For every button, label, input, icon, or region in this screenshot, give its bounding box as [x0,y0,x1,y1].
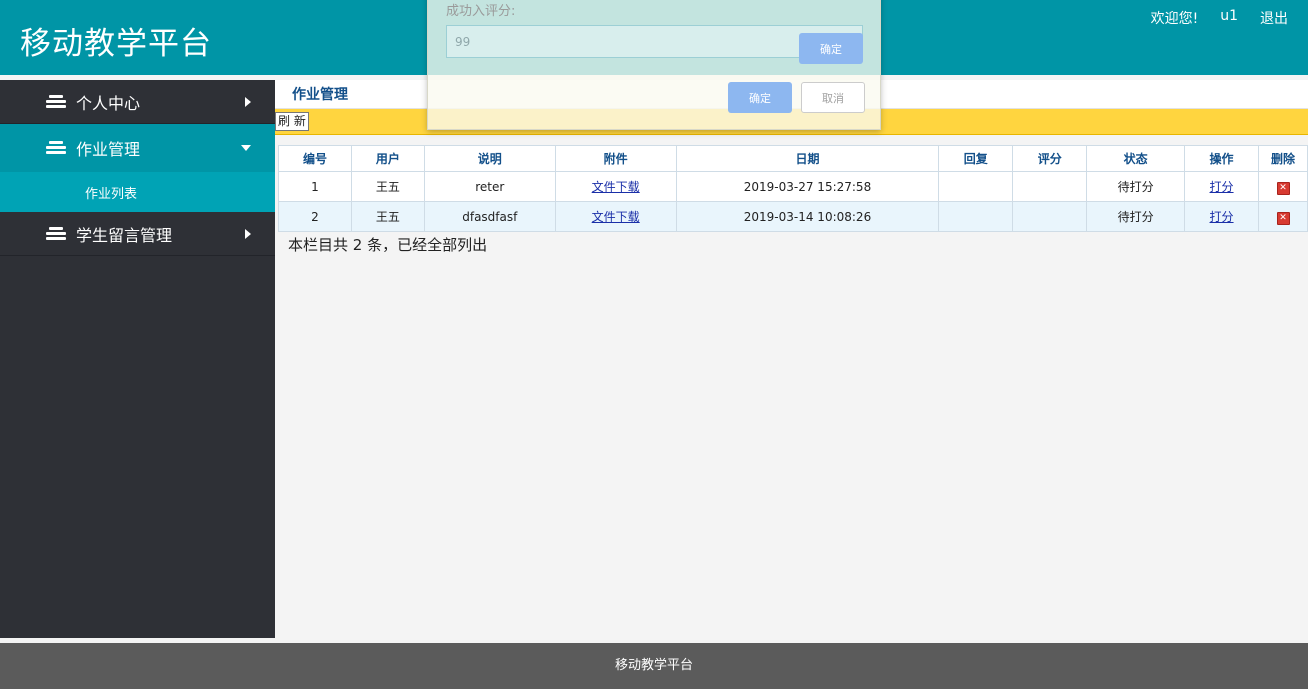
column-header: 说明 [423,145,556,172]
chevron-right-icon [245,96,251,107]
cell-action: 打分 [1184,171,1259,202]
cell-date: 2019-03-14 10:08:26 [675,201,940,232]
cell-reply [938,201,1014,232]
cell-desc: reter [423,171,556,202]
grade-link[interactable]: 打分 [1210,180,1234,194]
sidebar: 个人中心 作业管理 作业列表 学生留言管理 [0,80,275,638]
table-row: 2 王五 dfasdfasf 文件下载 2019-03-14 10:08:26 … [278,201,1308,232]
column-header: 日期 [675,145,940,172]
user-bar: 欢迎您! u1 退出 [1151,8,1288,28]
chevron-right-icon [245,228,251,239]
score-label: 成功入评分: [446,4,516,19]
sidebar-subitem-homework-list[interactable]: 作业列表 [0,172,275,212]
cell-score [1012,201,1088,232]
cell-action: 打分 [1184,201,1259,232]
logout-link[interactable]: 退出 [1260,8,1288,28]
sidebar-item-personal-center[interactable]: 个人中心 [0,80,275,124]
cell-user: 王五 [350,201,425,232]
cell-reply [938,171,1014,202]
download-link[interactable]: 文件下载 [592,210,640,224]
record-count-text: 本栏目共 2 条，已经全部列出 [288,236,488,254]
welcome-text: 欢迎您! [1150,11,1199,27]
column-header: 评分 [1012,145,1088,172]
sidebar-item-label: 学生留言管理 [76,225,173,245]
column-header: 编号 [278,145,352,172]
brand-title: 移动教学平台 [20,26,212,62]
stack-icon [46,94,66,109]
cell-attachment: 文件下载 [554,171,677,202]
username-link[interactable]: u1 [1220,8,1238,28]
cell-status: 待打分 [1086,171,1186,202]
column-header: 状态 [1086,145,1186,172]
sidebar-item-student-messages[interactable]: 学生留言管理 [0,212,275,256]
main-content: 作业管理 刷 新 编号 用户 说明 附件 日期 回复 评分 状态 操作 删除 1… [275,80,1308,638]
confirm-button[interactable]: 确定 [728,82,792,113]
homework-table: 编号 用户 说明 附件 日期 回复 评分 状态 操作 删除 1 王五 reter… [278,145,1308,232]
delete-icon[interactable]: ✕ [1276,211,1290,225]
cell-attachment: 文件下载 [554,201,677,232]
footer: 移动教学平台 [0,643,1308,689]
column-header: 用户 [350,145,425,172]
delete-icon[interactable]: ✕ [1276,181,1290,195]
table-row: 1 王五 reter 文件下载 2019-03-27 15:27:58 待打分 … [278,171,1308,202]
score-dialog: 成功入评分: 确定 确定 取消 [427,0,881,130]
column-header: 删除 [1258,145,1308,172]
cell-delete: ✕ [1258,171,1308,202]
sidebar-item-homework-management[interactable]: 作业管理 [0,124,275,172]
column-header: 附件 [554,145,677,172]
inner-confirm-button[interactable]: 确定 [799,33,863,64]
refresh-button[interactable]: 刷 新 [275,112,309,131]
cell-desc: dfasdfasf [423,201,556,232]
cancel-button[interactable]: 取消 [801,82,865,113]
grade-link[interactable]: 打分 [1210,210,1234,224]
cell-id: 1 [278,171,352,202]
cell-score [1012,171,1088,202]
sidebar-item-label: 个人中心 [76,93,141,113]
cell-status: 待打分 [1086,201,1186,232]
chevron-down-icon [241,145,251,151]
cell-id: 2 [278,201,352,232]
table-header-row: 编号 用户 说明 附件 日期 回复 评分 状态 操作 删除 [278,145,1308,172]
stack-icon [46,226,66,241]
cell-date: 2019-03-27 15:27:58 [675,171,940,202]
cell-user: 王五 [350,171,425,202]
stack-icon [46,141,66,155]
cell-delete: ✕ [1258,201,1308,232]
download-link[interactable]: 文件下载 [592,180,640,194]
column-header: 回复 [938,145,1014,172]
column-header: 操作 [1184,145,1259,172]
page-title: 作业管理 [292,87,348,103]
sidebar-item-label: 作业管理 [76,140,141,159]
